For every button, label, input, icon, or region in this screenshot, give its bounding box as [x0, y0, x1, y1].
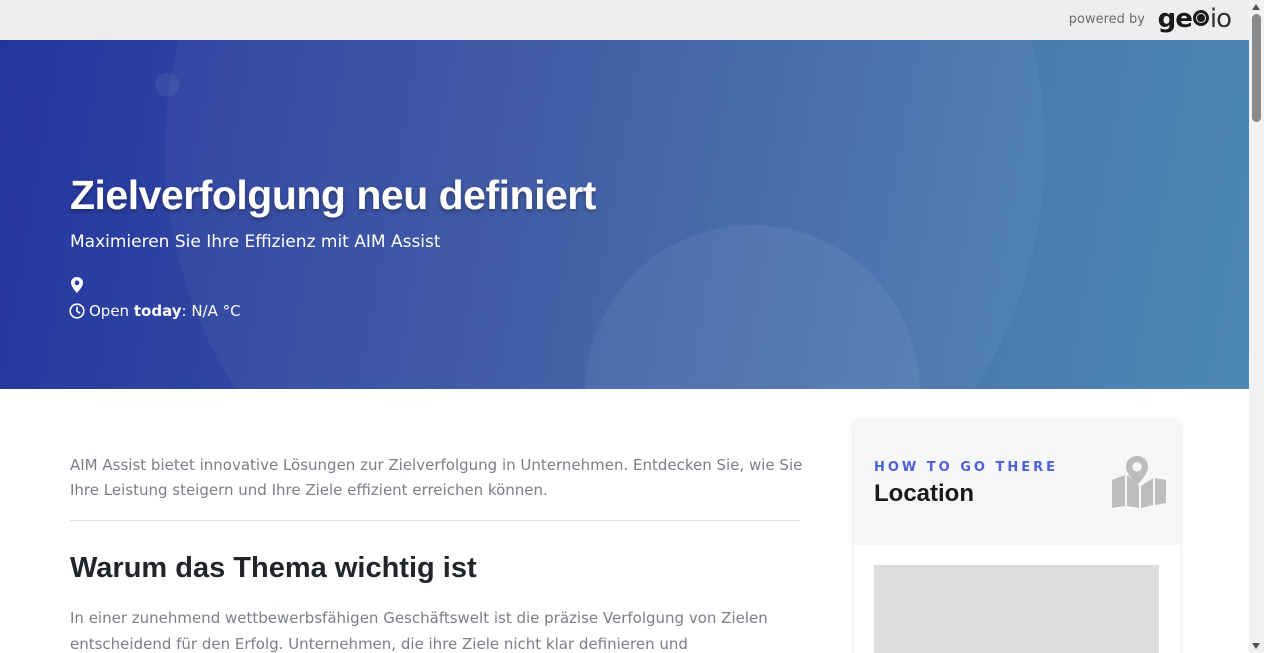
section-paragraph: In einer zunehmend wettbewerbsfähigen Ge… [70, 609, 768, 653]
scroll-down-arrow-icon[interactable] [1252, 643, 1260, 649]
powered-by-label: powered by [1068, 12, 1145, 27]
hero-banner: Zielverfolgung neu definiert Maximieren … [0, 40, 1249, 389]
opening-hours: Open today: N/A °C [69, 302, 241, 320]
hours-suffix: : N/A °C [181, 302, 241, 320]
location-card-header: HOW TO GO THERE Location [854, 420, 1180, 545]
page-title: Zielverfolgung neu definiert [70, 172, 596, 218]
location-kicker: HOW TO GO THERE [874, 460, 1059, 475]
globe-icon [1192, 10, 1209, 26]
map-location-icon [1112, 456, 1166, 508]
divider [70, 520, 800, 521]
intro-paragraph: AIM Assist bietet innovative Lösungen zu… [70, 456, 803, 499]
map-view[interactable] [874, 565, 1159, 653]
top-bar: powered by ge io [0, 0, 1249, 40]
logo-text-right: io [1209, 4, 1232, 34]
map-pin-icon [71, 277, 83, 293]
decorative-circle [155, 73, 179, 97]
page-subtitle: Maximieren Sie Ihre Effizienz mit AIM As… [70, 232, 441, 252]
scroll-up-arrow-icon[interactable] [1252, 4, 1260, 10]
hours-prefix: Open [89, 302, 130, 320]
page-scrollbar[interactable] [1249, 0, 1264, 653]
logo-text-left: ge [1157, 4, 1193, 34]
geo-io-logo[interactable]: ge io [1157, 4, 1232, 34]
hours-day: today [133, 302, 182, 320]
location-card: HOW TO GO THERE Location [854, 420, 1180, 653]
scroll-thumb[interactable] [1252, 14, 1261, 122]
location-title: Location [874, 480, 974, 507]
section-heading: Warum das Thema wichtig ist [70, 552, 477, 584]
clock-icon [69, 303, 85, 319]
